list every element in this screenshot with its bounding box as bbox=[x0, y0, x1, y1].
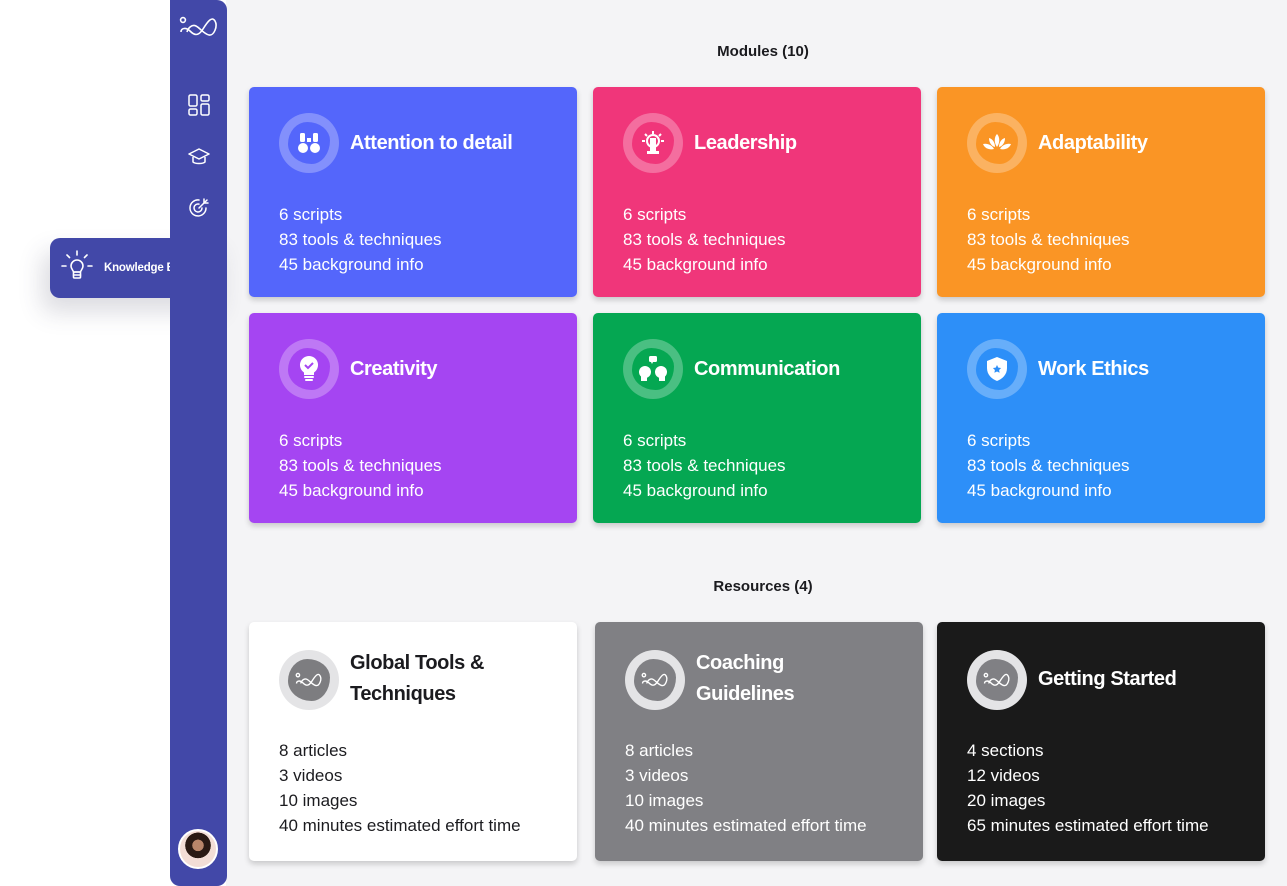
module-badge bbox=[279, 113, 339, 173]
module-card[interactable]: Leadership 6 scripts 83 tools & technique… bbox=[593, 87, 921, 297]
sidebar-item-goals[interactable] bbox=[187, 196, 211, 225]
module-stat: 83 tools & techniques bbox=[279, 456, 442, 475]
resource-card[interactable]: Getting Started 4 sections 12 videos 20 im… bbox=[937, 622, 1265, 861]
resource-stat: 3 videos bbox=[625, 766, 689, 785]
module-stat: 6 scripts bbox=[279, 205, 343, 224]
resource-stat: 20 images bbox=[967, 791, 1046, 810]
module-title: Communication bbox=[694, 358, 840, 380]
module-title: Attention to detail bbox=[350, 132, 513, 154]
resource-stat: 12 videos bbox=[967, 766, 1040, 785]
resource-badge bbox=[279, 650, 339, 710]
people-talking-icon bbox=[632, 348, 674, 390]
module-stats: 6 scripts 83 tools & techniques 45 backgro… bbox=[279, 428, 442, 503]
module-stats: 6 scripts 83 tools & techniques 45 backgro… bbox=[967, 428, 1130, 503]
module-title: Creativity bbox=[350, 358, 438, 380]
graduation-cap-icon bbox=[187, 146, 210, 173]
resource-title: Getting Started bbox=[1038, 664, 1177, 695]
resource-card[interactable]: Coaching Guidelines 8 articles 3 videos 10 … bbox=[595, 622, 923, 861]
modules-section-title: Modules (10) bbox=[717, 43, 809, 60]
module-stat: 45 background info bbox=[623, 255, 768, 274]
module-card[interactable]: Work Ethics 6 scripts 83 tools & techniqu… bbox=[937, 313, 1265, 523]
resource-stat: 4 sections bbox=[967, 741, 1044, 760]
resource-title-line: Getting Started bbox=[1038, 668, 1177, 690]
lotus-icon bbox=[976, 122, 1018, 164]
resource-stats: 8 articles 3 videos 10 images 40 minutes es… bbox=[279, 738, 521, 838]
module-card[interactable]: Attention to detail 6 scripts 83 tools & … bbox=[249, 87, 577, 297]
module-stats: 6 scripts 83 tools & techniques 45 backgro… bbox=[279, 202, 442, 277]
module-stat: 45 background info bbox=[967, 255, 1112, 274]
lighthouse-icon bbox=[632, 122, 674, 164]
resource-stat: 40 minutes estimated effort time bbox=[625, 816, 867, 835]
infinity-logo-icon[interactable] bbox=[178, 14, 220, 40]
resource-stat: 3 videos bbox=[279, 766, 343, 785]
resource-stat: 40 minutes estimated effort time bbox=[279, 816, 521, 835]
module-stat: 45 background info bbox=[279, 255, 424, 274]
sidebar-item-dashboard[interactable] bbox=[187, 94, 210, 121]
resource-title-line: Techniques bbox=[350, 683, 456, 705]
module-badge bbox=[623, 113, 683, 173]
resource-stat: 8 articles bbox=[625, 741, 694, 760]
module-stat: 6 scripts bbox=[967, 205, 1031, 224]
module-title: Adaptability bbox=[1038, 132, 1148, 154]
module-stats: 6 scripts 83 tools & techniques 45 backgro… bbox=[623, 202, 786, 277]
module-stat: 83 tools & techniques bbox=[967, 456, 1130, 475]
infinity-logo-icon bbox=[634, 659, 676, 701]
module-stat: 45 background info bbox=[967, 481, 1112, 500]
lightbulb-icon bbox=[60, 249, 94, 288]
resource-stats: 4 sections 12 videos 20 images 65 minutes e… bbox=[967, 738, 1209, 838]
resource-badge bbox=[967, 650, 1027, 710]
resource-title-line: Global Tools & bbox=[350, 652, 485, 674]
module-stat: 45 background info bbox=[279, 481, 424, 500]
resource-stat: 10 images bbox=[279, 791, 358, 810]
infinity-logo-icon bbox=[288, 659, 330, 701]
user-avatar[interactable] bbox=[178, 829, 218, 869]
resource-stat: 65 minutes estimated effort time bbox=[967, 816, 1209, 835]
module-stat: 45 background info bbox=[623, 481, 768, 500]
resource-stat: 10 images bbox=[625, 791, 704, 810]
module-stat: 83 tools & techniques bbox=[967, 230, 1130, 249]
resource-stats: 8 articles 3 videos 10 images 40 minutes es… bbox=[625, 738, 867, 838]
module-badge bbox=[279, 339, 339, 399]
resource-stat: 8 articles bbox=[279, 741, 348, 760]
module-stat: 83 tools & techniques bbox=[623, 230, 786, 249]
resource-card[interactable]: Global Tools & Techniques 8 articles 3 vid… bbox=[249, 622, 577, 861]
module-stat: 83 tools & techniques bbox=[623, 456, 786, 475]
module-badge bbox=[623, 339, 683, 399]
grid-icon bbox=[187, 94, 210, 121]
resource-title-line: Guidelines bbox=[696, 683, 795, 705]
binoculars-icon bbox=[288, 122, 330, 164]
resource-title: Global Tools & Techniques bbox=[350, 648, 484, 710]
module-card[interactable]: Adaptability 6 scripts 83 tools & techniq… bbox=[937, 87, 1265, 297]
resource-title: Coaching Guidelines bbox=[696, 648, 795, 710]
module-stat: 6 scripts bbox=[623, 431, 687, 450]
lightbulb-check-icon bbox=[288, 348, 330, 390]
module-stat: 6 scripts bbox=[967, 431, 1031, 450]
module-stats: 6 scripts 83 tools & techniques 45 backgro… bbox=[967, 202, 1130, 277]
sidebar bbox=[170, 0, 227, 886]
module-stat: 6 scripts bbox=[279, 431, 343, 450]
resource-title-line: Coaching bbox=[696, 652, 784, 674]
module-stat: 6 scripts bbox=[623, 205, 687, 224]
resources-section-title: Resources (4) bbox=[713, 578, 813, 595]
module-title: Work Ethics bbox=[1038, 358, 1149, 380]
module-title: Leadership bbox=[694, 132, 797, 154]
target-icon bbox=[187, 196, 211, 225]
module-card[interactable]: Creativity 6 scripts 83 tools & technique… bbox=[249, 313, 577, 523]
module-badge bbox=[967, 113, 1027, 173]
module-badge bbox=[967, 339, 1027, 399]
sidebar-item-learning[interactable] bbox=[187, 146, 210, 173]
shield-star-icon bbox=[976, 348, 1018, 390]
module-stats: 6 scripts 83 tools & techniques 45 backgro… bbox=[623, 428, 786, 503]
module-card[interactable]: Communication 6 scripts 83 tools & techni… bbox=[593, 313, 921, 523]
infinity-logo-icon bbox=[976, 659, 1018, 701]
resource-badge bbox=[625, 650, 685, 710]
module-stat: 83 tools & techniques bbox=[279, 230, 442, 249]
